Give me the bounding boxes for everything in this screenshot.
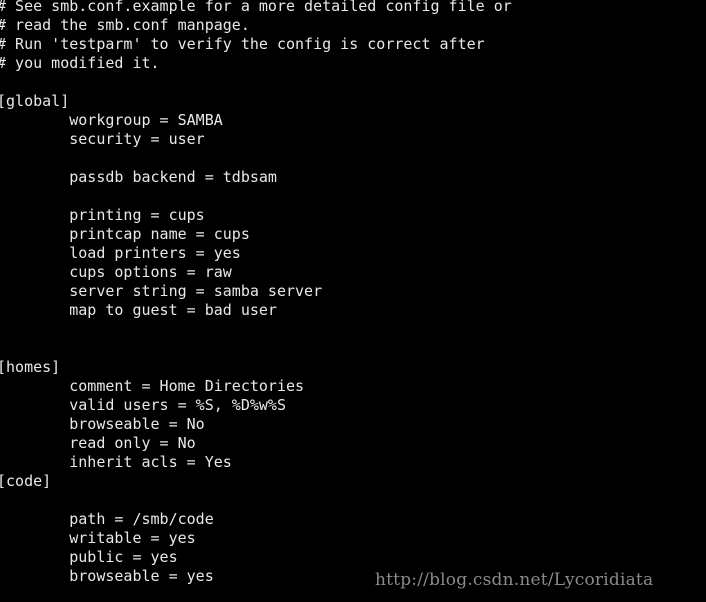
terminal-line: read only = No bbox=[0, 434, 196, 452]
terminal-line: public = yes bbox=[0, 548, 178, 566]
terminal-line: valid users = %S, %D%w%S bbox=[0, 396, 286, 414]
terminal-line: comment = Home Directories bbox=[0, 377, 305, 395]
terminal-line: workgroup = SAMBA bbox=[0, 111, 223, 129]
terminal-line: browseable = No bbox=[0, 415, 205, 433]
terminal-line: printcap name = cups bbox=[0, 225, 250, 243]
terminal-line: [homes] bbox=[0, 358, 61, 376]
terminal-line: # you modified it. bbox=[0, 54, 160, 72]
terminal-line: # read the smb.conf manpage. bbox=[0, 16, 250, 34]
watermark: http://blog.csdn.net/Lycoridiata bbox=[375, 570, 654, 590]
terminal-line: map to guest = bad user bbox=[0, 301, 277, 319]
terminal-line: [code] bbox=[0, 472, 52, 490]
terminal-line: load printers = yes bbox=[0, 244, 241, 262]
terminal-line: # Run 'testparm' to verify the config is… bbox=[0, 35, 485, 53]
terminal-line: printing = cups bbox=[0, 206, 205, 224]
terminal-line: cups options = raw bbox=[0, 263, 232, 281]
terminal-line: server string = samba server bbox=[0, 282, 323, 300]
terminal-line: writable = yes bbox=[0, 529, 196, 547]
terminal-line: path = /smb/code bbox=[0, 510, 214, 528]
terminal-line: security = user bbox=[0, 130, 205, 148]
terminal-line: passdb backend = tdbsam bbox=[0, 168, 277, 186]
terminal-line: inherit acls = Yes bbox=[0, 453, 232, 471]
terminal-line: # See smb.conf.example for a more detail… bbox=[0, 0, 512, 15]
terminal-output[interactable]: # See smb.conf.example for a more detail… bbox=[0, 0, 512, 586]
terminal-line: [global] bbox=[0, 92, 70, 110]
